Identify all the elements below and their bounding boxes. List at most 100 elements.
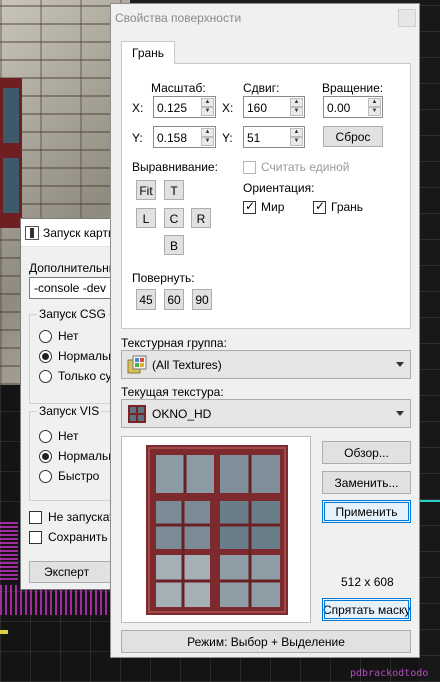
checkbox-label: Мир (261, 200, 285, 214)
spin-down-icon[interactable]: ▼ (290, 107, 303, 116)
orientation-label: Ориентация: (243, 181, 315, 195)
spin-up-icon[interactable]: ▲ (201, 98, 214, 107)
surface-properties-titlebar[interactable]: Свойства поверхности (111, 4, 419, 32)
rotation-value: 0.00 (327, 101, 351, 115)
align-label: Выравнивание: (132, 160, 218, 174)
checkbox-label: Грань (331, 200, 364, 214)
checkbox-indicator (243, 160, 256, 174)
rotation-spinbox[interactable]: 0.00 ▲ ▼ (323, 96, 383, 118)
spin-up-icon[interactable]: ▲ (201, 128, 214, 137)
spin-arrows[interactable]: ▲ ▼ (368, 98, 381, 116)
browse-button[interactable]: Обзор... (322, 441, 411, 464)
close-button[interactable] (398, 9, 416, 27)
spin-down-icon[interactable]: ▼ (290, 137, 303, 146)
scale-x-value: 0.125 (157, 101, 188, 115)
scale-label: Масштаб: (151, 81, 206, 95)
checkbox-indicator-checked (313, 199, 326, 214)
rotate-60-button[interactable]: 60 (164, 289, 184, 310)
current-texture-select[interactable]: OKNO_HD (121, 399, 411, 428)
vis-radio-fast[interactable]: Быстро (39, 469, 99, 483)
rotation-label: Вращение: (322, 81, 384, 95)
world-checkbox[interactable]: Мир (243, 199, 285, 214)
reset-rotation-button[interactable]: Сброс (323, 126, 383, 147)
hide-mask-button[interactable]: Спрятать маску (322, 598, 411, 621)
mode-button[interactable]: Режим: Выбор + Выделение (121, 630, 411, 653)
surface-properties-dialog: Свойства поверхности Грань Масштаб: X: 0… (110, 3, 420, 658)
checkbox-indicator-checked (243, 199, 256, 214)
align-left-button[interactable]: L (136, 208, 156, 228)
treat-as-one-checkbox[interactable]: Считать единой (243, 160, 349, 174)
radio-indicator-selected (39, 349, 52, 363)
spin-arrows[interactable]: ▲ ▼ (201, 128, 214, 146)
align-right-button[interactable]: R (191, 208, 211, 228)
save-checkbox[interactable]: Сохранить т (29, 530, 116, 544)
scale-y-spinbox[interactable]: 0.158 ▲ ▼ (153, 126, 216, 148)
spin-arrows[interactable]: ▲ ▼ (290, 128, 303, 146)
csg-radio-none[interactable]: Нет (39, 329, 78, 343)
face-tab-panel: Масштаб: X: 0.125 ▲ ▼ Y: 0.158 ▲ ▼ Сдвиг: … (121, 63, 411, 329)
vis-group-label: Запуск VIS (37, 404, 102, 418)
align-fit-button[interactable]: Fit (136, 180, 156, 200)
shift-x-spinbox[interactable]: 160 ▲ ▼ (243, 96, 305, 118)
radio-indicator (39, 469, 52, 483)
rotate-90-button[interactable]: 90 (192, 289, 212, 310)
checkbox-label: Сохранить т (48, 530, 117, 544)
texture-group-icon (127, 355, 147, 374)
viewport-brush-lines-left (0, 520, 18, 580)
rotate-45-button[interactable]: 45 (136, 289, 156, 310)
run-map-titlebar[interactable]: Запуск карты (21, 219, 119, 247)
align-bottom-button[interactable]: B (164, 235, 184, 255)
viewport-entity-label: pdbrackodtodo (350, 668, 429, 679)
scale-x-label: X: (132, 101, 144, 115)
shift-y-spinbox[interactable]: 51 ▲ ▼ (243, 126, 305, 148)
face-checkbox[interactable]: Грань (313, 199, 364, 214)
radio-indicator (39, 429, 52, 443)
radio-indicator (39, 369, 52, 383)
spin-down-icon[interactable]: ▼ (201, 107, 214, 116)
texture-size-text: 512 x 608 (341, 575, 394, 589)
shift-label: Сдвиг: (243, 81, 280, 95)
spin-up-icon[interactable]: ▲ (290, 128, 303, 137)
chevron-down-icon (396, 362, 404, 367)
hammer-app-icon (25, 225, 39, 240)
radio-label: Нет (58, 329, 79, 343)
scale-y-label: Y: (132, 131, 143, 145)
radio-indicator (39, 329, 52, 343)
checkbox-indicator (29, 530, 42, 544)
align-center-button[interactable]: C (164, 208, 184, 228)
spin-down-icon[interactable]: ▼ (368, 107, 381, 116)
chevron-down-icon (396, 411, 404, 416)
scale-y-value: 0.158 (157, 131, 188, 145)
replace-button[interactable]: Заменить... (322, 471, 411, 494)
spin-up-icon[interactable]: ▲ (368, 98, 381, 107)
spin-arrows[interactable]: ▲ ▼ (201, 98, 214, 116)
current-texture-value: OKNO_HD (152, 407, 212, 421)
spin-arrows[interactable]: ▲ ▼ (290, 98, 303, 116)
scale-x-spinbox[interactable]: 0.125 ▲ ▼ (153, 96, 216, 118)
run-map-title: Запуск карты (43, 225, 117, 240)
checkbox-label: Считать единой (261, 160, 350, 174)
radio-label: Быстро (58, 469, 100, 483)
window-texture-image (122, 437, 310, 622)
tab-face[interactable]: Грань (121, 41, 175, 64)
texture-group-label: Текстурная группа: (121, 336, 227, 350)
viewport-yellow-mark (0, 630, 8, 634)
current-texture-label: Текущая текстура: (121, 385, 224, 399)
shift-x-value: 160 (247, 101, 268, 115)
spin-down-icon[interactable]: ▼ (201, 137, 214, 146)
texture-group-value: (All Textures) (152, 358, 222, 372)
shift-y-label: Y: (222, 131, 233, 145)
align-top-button[interactable]: T (164, 180, 184, 200)
shift-y-value: 51 (247, 131, 261, 145)
viewport-grid-right (418, 0, 440, 682)
dont-run-checkbox[interactable]: Не запускать (29, 510, 121, 524)
radio-indicator-selected (39, 449, 52, 463)
spin-up-icon[interactable]: ▲ (290, 98, 303, 107)
vis-radio-none[interactable]: Нет (39, 429, 78, 443)
apply-button[interactable]: Применить (322, 500, 411, 523)
surface-properties-title: Свойства поверхности (115, 11, 242, 25)
csg-group-label: Запуск CSG (37, 307, 108, 321)
radio-label: Нет (58, 429, 79, 443)
run-map-dialog: Запуск карты Дополнительные -console -de… (20, 218, 129, 590)
texture-group-select[interactable]: (All Textures) (121, 350, 411, 379)
